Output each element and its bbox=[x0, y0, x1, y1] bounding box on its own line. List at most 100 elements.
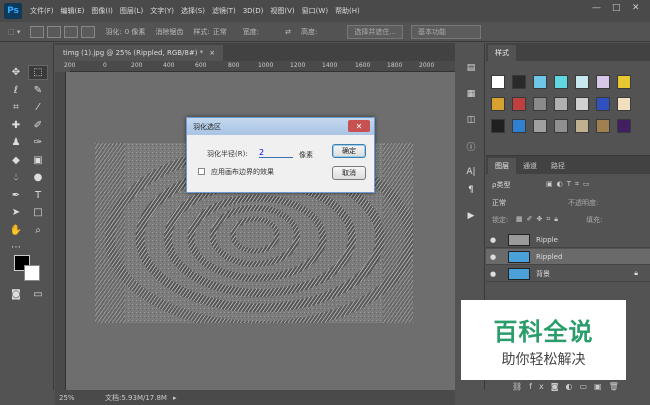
more-tools-icon[interactable]: ⋯ bbox=[6, 240, 26, 255]
menu-file[interactable]: 文件(F) bbox=[30, 6, 54, 16]
menu-layer[interactable]: 图层(L) bbox=[120, 6, 143, 16]
style-swatch[interactable] bbox=[617, 75, 631, 89]
gradient-tool-icon[interactable]: ▣ bbox=[28, 153, 48, 168]
visibility-eye-icon[interactable]: ● bbox=[490, 253, 502, 261]
style-swatch[interactable] bbox=[533, 119, 547, 133]
zoom-tool-icon[interactable]: ⌕ bbox=[28, 223, 48, 238]
path-select-tool-icon[interactable]: ➤ bbox=[6, 205, 26, 220]
menu-3d[interactable]: 3D(D) bbox=[243, 7, 264, 15]
swap-icon[interactable]: ⇄ bbox=[285, 28, 291, 36]
ok-button[interactable]: 确定 bbox=[332, 144, 366, 158]
play-action-icon[interactable]: ▶ bbox=[461, 209, 481, 223]
eyedropper-tool-icon[interactable]: ⁄ bbox=[28, 100, 48, 115]
tab-styles[interactable]: 样式 bbox=[488, 45, 516, 61]
add-selection-icon[interactable] bbox=[47, 25, 62, 38]
dodge-tool-icon[interactable]: ● bbox=[28, 170, 48, 185]
properties-icon[interactable]: ◫ bbox=[461, 113, 481, 127]
paragraph-icon[interactable]: ¶ bbox=[461, 183, 481, 197]
feather-input[interactable]: 0 像素 bbox=[125, 27, 146, 37]
brush-tool-icon[interactable]: ✐ bbox=[28, 118, 48, 133]
minimize-button[interactable]: — bbox=[592, 3, 601, 13]
crop-tool-icon[interactable]: ⌗ bbox=[6, 100, 26, 115]
blur-tool-icon[interactable]: 💧︎ bbox=[6, 170, 26, 185]
apply-canvas-bounds-checkbox[interactable] bbox=[198, 168, 205, 175]
menu-image[interactable]: 图像(I) bbox=[91, 6, 113, 16]
style-swatch[interactable] bbox=[617, 119, 631, 133]
history-brush-tool-icon[interactable]: ✑ bbox=[28, 135, 48, 150]
menu-select[interactable]: 选择(S) bbox=[181, 6, 205, 16]
style-swatch[interactable] bbox=[533, 75, 547, 89]
layer-filter-icons[interactable]: ▣◐T⌗▭ bbox=[546, 180, 594, 189]
pen-tool-icon[interactable]: ✒ bbox=[6, 188, 26, 203]
blend-mode-select[interactable]: 正常 bbox=[492, 198, 506, 208]
style-swatch[interactable] bbox=[533, 97, 547, 111]
tab-channels[interactable]: 通道 bbox=[516, 158, 544, 174]
status-arrow-icon[interactable]: ▸ bbox=[173, 394, 177, 402]
select-and-mask-button[interactable]: 选择并遮住... bbox=[347, 24, 404, 39]
quick-select-tool-icon[interactable]: ✎ bbox=[28, 83, 48, 98]
visibility-eye-icon[interactable]: ● bbox=[490, 236, 502, 244]
close-tab-icon[interactable]: × bbox=[209, 49, 215, 57]
menu-view[interactable]: 视图(V) bbox=[270, 6, 294, 16]
close-button[interactable]: ✕ bbox=[632, 3, 640, 13]
style-swatch[interactable] bbox=[554, 119, 568, 133]
style-swatch[interactable] bbox=[554, 75, 568, 89]
style-swatch[interactable] bbox=[512, 119, 526, 133]
menu-help[interactable]: 帮助(H) bbox=[335, 6, 360, 16]
menu-filter[interactable]: 滤镜(T) bbox=[212, 6, 236, 16]
lasso-tool-icon[interactable]: ℓ bbox=[6, 83, 26, 98]
maximize-button[interactable]: □ bbox=[612, 3, 621, 13]
quick-mask-icon[interactable]: ◙ bbox=[6, 287, 26, 302]
style-swatch[interactable] bbox=[491, 75, 505, 89]
healing-tool-icon[interactable]: ✚ bbox=[6, 118, 26, 133]
rectangle-tool-icon[interactable]: □ bbox=[28, 205, 48, 220]
style-swatch[interactable] bbox=[575, 75, 589, 89]
style-swatch[interactable] bbox=[554, 97, 568, 111]
tab-paths[interactable]: 路径 bbox=[544, 158, 572, 174]
style-swatch[interactable] bbox=[596, 75, 610, 89]
intersect-selection-icon[interactable] bbox=[81, 25, 96, 38]
style-swatch[interactable] bbox=[596, 119, 610, 133]
layer-row[interactable]: ● Ripple bbox=[486, 232, 650, 248]
new-selection-icon[interactable] bbox=[30, 25, 45, 38]
marquee-tool-icon[interactable]: ⬚ bbox=[28, 65, 48, 80]
layer-kind-filter[interactable]: ρ类型 bbox=[492, 180, 510, 190]
style-swatch[interactable] bbox=[491, 97, 505, 111]
zoom-field[interactable]: 25% bbox=[59, 394, 99, 402]
eraser-tool-icon[interactable]: ◆ bbox=[6, 153, 26, 168]
move-tool-icon[interactable]: ✥ bbox=[6, 65, 26, 80]
swatches-icon[interactable]: ▦ bbox=[461, 87, 481, 101]
style-swatch[interactable] bbox=[617, 97, 631, 111]
layer-row[interactable]: ● Rippled bbox=[486, 249, 650, 265]
menu-type[interactable]: 文字(Y) bbox=[150, 6, 174, 16]
subtract-selection-icon[interactable] bbox=[64, 25, 79, 38]
document-tab[interactable]: timg (1).jpg @ 25% (Rippled, RGB/8#) * × bbox=[55, 45, 224, 61]
style-swatch[interactable] bbox=[512, 97, 526, 111]
feather-radius-input[interactable] bbox=[259, 147, 293, 158]
doc-info[interactable]: 文档:5.93M/17.8M bbox=[105, 393, 167, 403]
type-tool-icon[interactable]: T bbox=[28, 188, 48, 203]
background-color-swatch[interactable] bbox=[24, 265, 40, 281]
stamp-tool-icon[interactable]: ♟ bbox=[6, 135, 26, 150]
tab-layers[interactable]: 图层 bbox=[488, 158, 516, 174]
lock-icons[interactable]: ▦✐✥⌗🔒︎ bbox=[516, 215, 562, 224]
layer-actions[interactable]: ⛓fx◙◐▭▣🗑︎ bbox=[512, 382, 626, 391]
style-swatch[interactable] bbox=[512, 75, 526, 89]
history-icon[interactable]: ▤ bbox=[461, 61, 481, 75]
style-swatch[interactable] bbox=[491, 119, 505, 133]
menu-edit[interactable]: 编辑(E) bbox=[61, 6, 85, 16]
marquee-preset-icon[interactable]: ⬚ ▾ bbox=[8, 28, 20, 36]
layer-row[interactable]: ● 背景 🔒︎ bbox=[486, 266, 650, 282]
info-icon[interactable]: ⓘ bbox=[461, 139, 481, 153]
style-swatch[interactable] bbox=[575, 97, 589, 111]
screen-mode-icon[interactable]: ▭ bbox=[28, 287, 48, 302]
antialias-checkbox[interactable]: 消除锯齿 bbox=[155, 27, 183, 37]
style-swatch[interactable] bbox=[596, 97, 610, 111]
visibility-eye-icon[interactable]: ● bbox=[490, 270, 502, 278]
style-select[interactable]: 正常 bbox=[213, 27, 227, 37]
style-swatch[interactable] bbox=[575, 119, 589, 133]
character-icon[interactable]: A| bbox=[461, 165, 481, 179]
cancel-button[interactable]: 取消 bbox=[332, 166, 366, 180]
workspace-select[interactable]: 基本功能 bbox=[411, 24, 482, 39]
dialog-close-button[interactable]: ✕ bbox=[348, 120, 370, 132]
